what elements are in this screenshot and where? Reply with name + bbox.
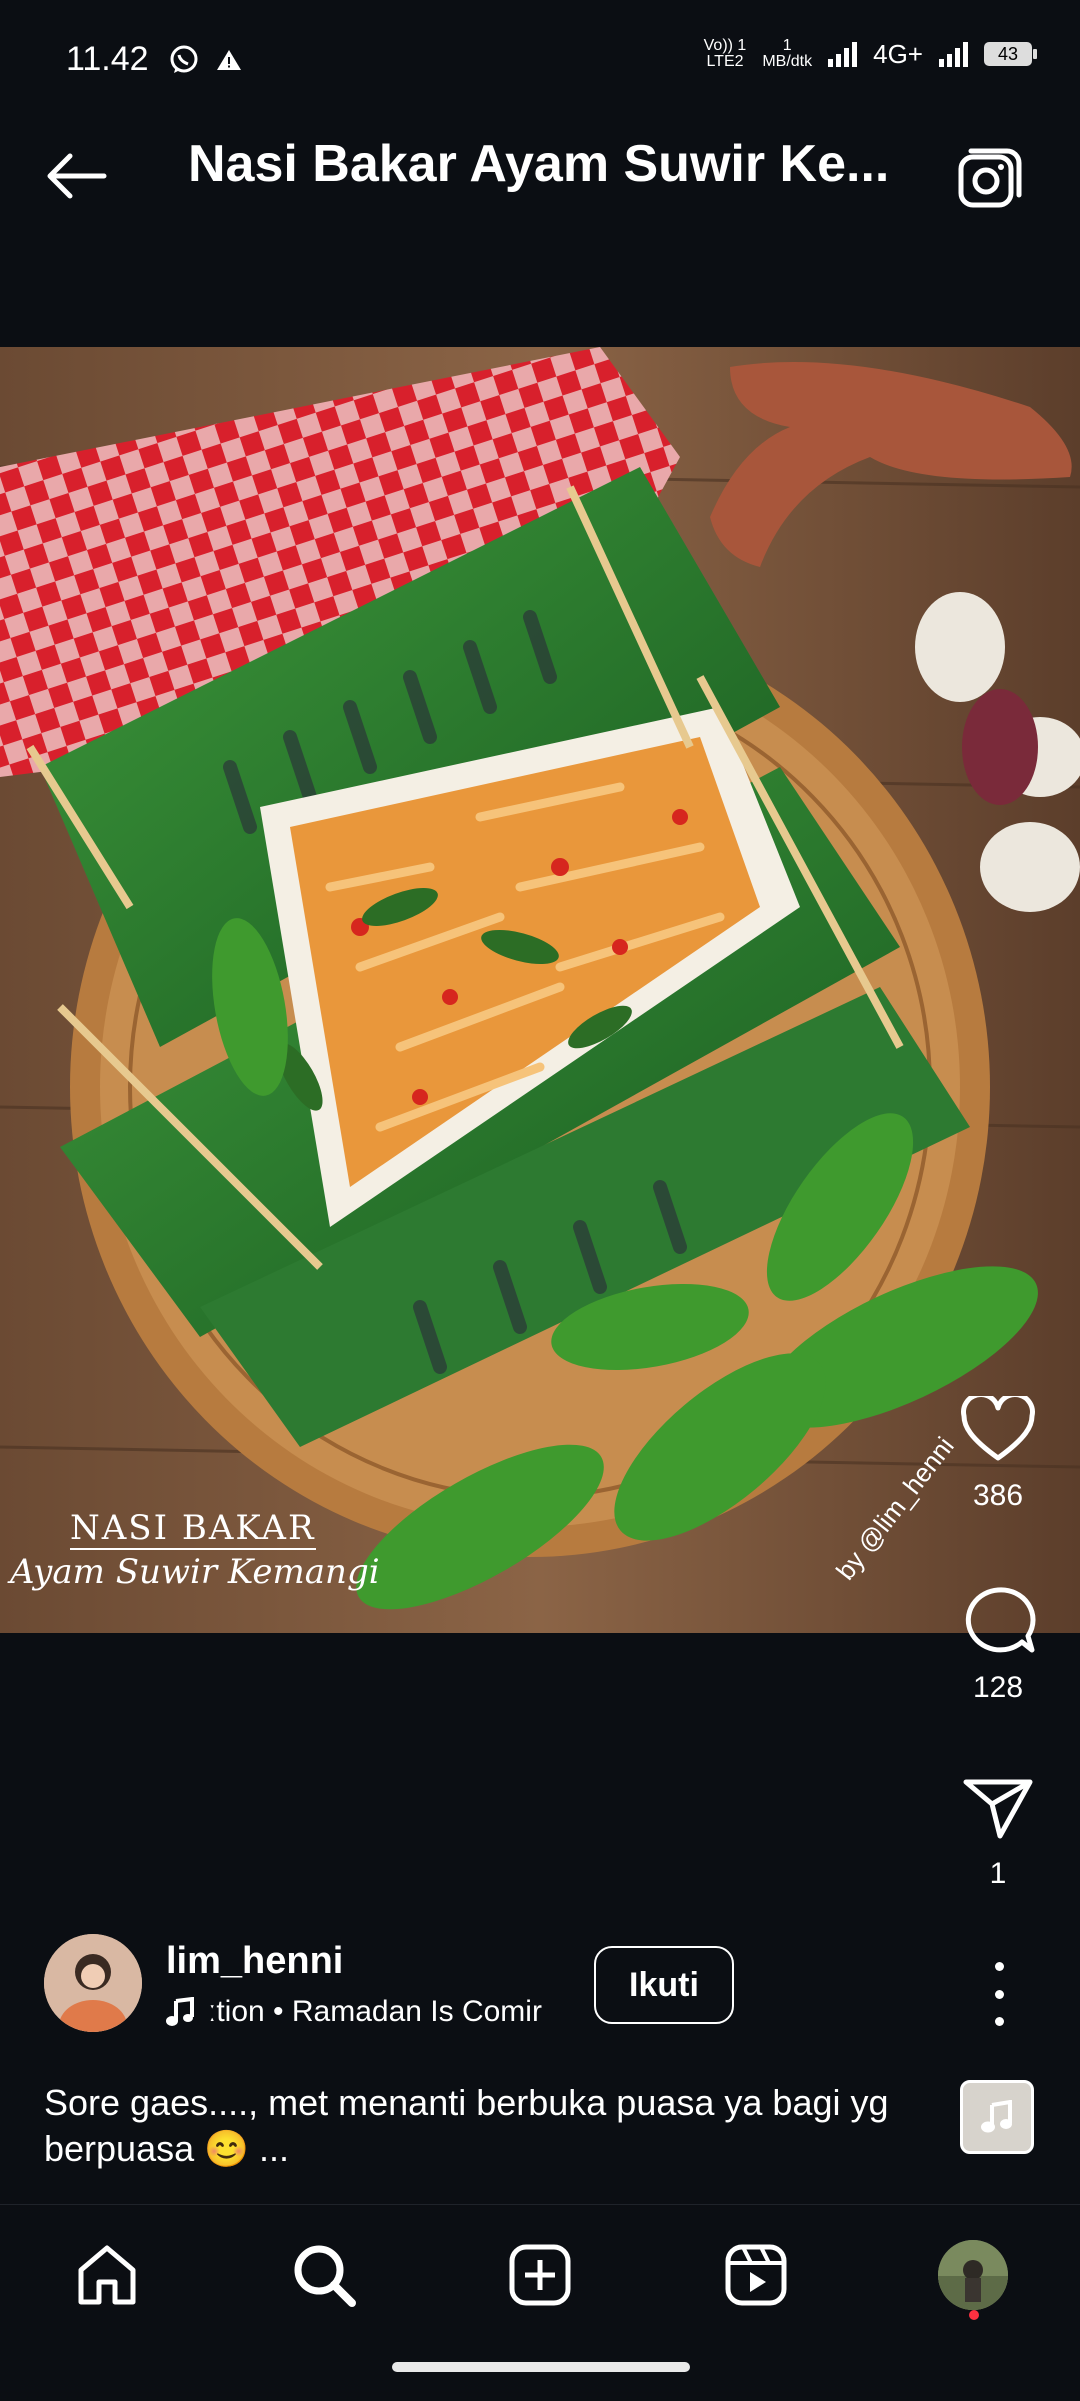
photo-caption-title: NASI BAKAR bbox=[70, 1508, 316, 1550]
camera-button[interactable] bbox=[952, 140, 1028, 216]
like-button[interactable]: 386 bbox=[940, 1392, 1056, 1513]
search-icon bbox=[294, 2245, 356, 2307]
more-dot-icon bbox=[994, 2017, 1004, 2026]
photo-caption-subtitle: Ayam Suwir Kemangi bbox=[10, 1552, 380, 1592]
arrow-left-icon bbox=[47, 153, 107, 199]
nav-profile[interactable] bbox=[928, 2230, 1018, 2320]
nav-search[interactable] bbox=[279, 2230, 369, 2320]
whatsapp-icon bbox=[170, 45, 198, 73]
nav-home[interactable] bbox=[62, 2230, 152, 2320]
page-title: Nasi Bakar Ayam Suwir Ke... bbox=[188, 135, 890, 193]
home-indicator[interactable] bbox=[392, 2362, 690, 2372]
more-dot-icon bbox=[994, 1962, 1004, 1971]
nav-create[interactable] bbox=[495, 2230, 585, 2320]
reels-icon bbox=[725, 2244, 787, 2306]
camera-icon bbox=[958, 148, 1022, 208]
audio-thumbnail[interactable] bbox=[960, 2080, 1034, 2154]
nav-reels[interactable] bbox=[711, 2230, 801, 2320]
audio-title: ːtion • Ramadan Is Comir bbox=[208, 1995, 542, 2028]
network-type: 4G+ bbox=[873, 38, 923, 69]
warning-icon bbox=[217, 50, 241, 70]
more-options-button[interactable] bbox=[975, 1962, 1023, 2026]
avatar-image bbox=[44, 1934, 142, 2032]
status-bar: 11.42 Vo)) 1 LTE2 1 MB/dtk 4G+ 43 bbox=[0, 0, 1080, 92]
profile-avatar bbox=[938, 2240, 1008, 2310]
add-post-icon bbox=[509, 2244, 571, 2306]
comment-button[interactable]: 128 bbox=[940, 1584, 1056, 1705]
volte-indicator: Vo)) 1 LTE2 bbox=[703, 37, 747, 70]
signal-icon-2 bbox=[939, 41, 968, 67]
more-dot-icon bbox=[994, 1989, 1004, 1999]
share-button[interactable]: 1 bbox=[940, 1774, 1056, 1891]
like-count: 386 bbox=[972, 1479, 1024, 1512]
post-caption[interactable]: Sore gaes...., met menanti berbuka puasa… bbox=[44, 2080, 924, 2172]
notification-dot bbox=[969, 2310, 979, 2320]
author-username[interactable]: lim_henni bbox=[166, 1940, 343, 1983]
music-note-icon bbox=[981, 2100, 1012, 2133]
comment-count: 128 bbox=[972, 1671, 1024, 1704]
audio-info[interactable]: ːtion • Ramadan Is Comir bbox=[166, 1995, 566, 2029]
follow-button[interactable]: Ikuti bbox=[594, 1946, 734, 2024]
food-illustration bbox=[0, 347, 1080, 1633]
author-avatar[interactable] bbox=[44, 1934, 142, 2032]
heart-icon bbox=[961, 1392, 1035, 1461]
signal-icon bbox=[828, 41, 858, 67]
back-button[interactable] bbox=[40, 140, 112, 212]
send-icon bbox=[963, 1779, 1033, 1839]
share-count: 1 bbox=[989, 1857, 1007, 1890]
music-note-icon bbox=[166, 1997, 194, 2026]
network-speed: 1 MB/dtk bbox=[762, 37, 813, 70]
battery-icon: 43 bbox=[984, 42, 1037, 66]
status-time: 11.42 bbox=[66, 40, 149, 78]
post-photo[interactable]: NASI BAKAR Ayam Suwir Kemangi by @lim_he… bbox=[0, 347, 1080, 1633]
home-icon bbox=[78, 2245, 136, 2305]
comment-icon bbox=[965, 1587, 1036, 1653]
